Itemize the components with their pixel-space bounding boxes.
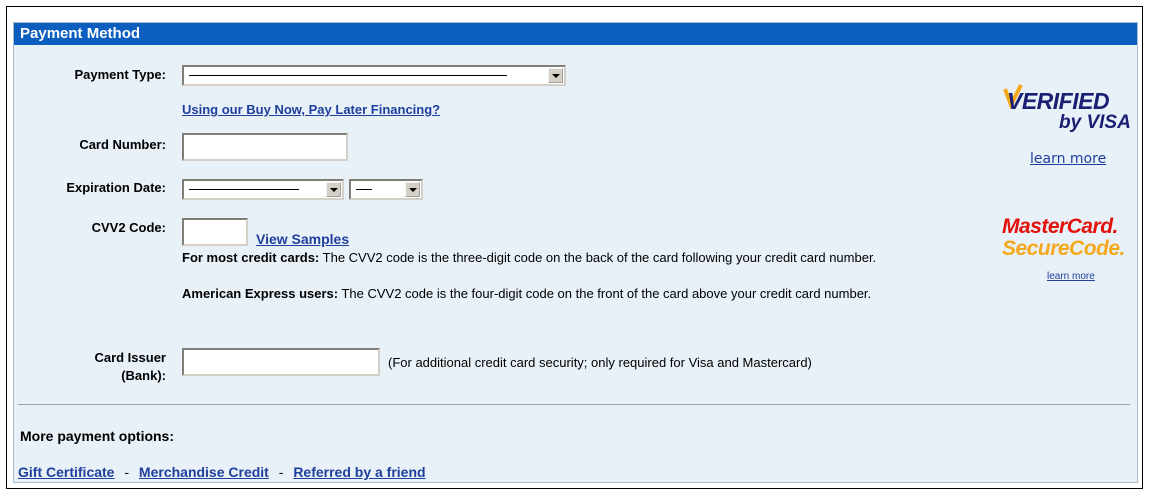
- payment-type-select[interactable]: [182, 65, 566, 86]
- expiration-date-label: Expiration Date:: [66, 180, 166, 195]
- expiration-year-select[interactable]: [349, 179, 423, 200]
- gift-certificate-link[interactable]: Gift Certificate: [18, 464, 114, 480]
- cvv2-input[interactable]: [182, 218, 248, 246]
- most-cards-bold: For most credit cards:: [182, 250, 320, 265]
- view-samples-link[interactable]: View Samples: [256, 231, 349, 247]
- more-options-links: Gift Certificate - Merchandise Credit - …: [18, 464, 426, 480]
- card-issuer-label-line1: Card Issuer: [94, 350, 166, 365]
- cvv2-label: CVV2 Code:: [91, 220, 166, 235]
- visa-learn-more-link[interactable]: learn more: [1030, 151, 1106, 167]
- card-issuer-label: Card Issuer (Bank):: [34, 349, 166, 385]
- cvv2-help-amex: American Express users: The CVV2 code is…: [182, 285, 982, 303]
- select-placeholder-line: [189, 75, 507, 76]
- payment-type-label: Payment Type:: [74, 67, 166, 82]
- chevron-down-icon[interactable]: [548, 68, 563, 83]
- payment-method-panel: Payment Method Payment Type: Using our B…: [13, 22, 1138, 483]
- chevron-down-icon[interactable]: [326, 182, 341, 197]
- cvv2-help-most-cards: For most credit cards: The CVV2 code is …: [182, 249, 982, 267]
- page-frame: Payment Method Payment Type: Using our B…: [6, 6, 1143, 489]
- visa-verified-text: VERIFIED: [1007, 88, 1110, 114]
- section-header: Payment Method: [14, 23, 1137, 45]
- merchandise-credit-link[interactable]: Merchandise Credit: [139, 464, 269, 480]
- card-issuer-input[interactable]: [182, 348, 380, 376]
- visa-by-visa-text: by VISA: [1059, 112, 1131, 133]
- expiration-month-select[interactable]: [182, 179, 344, 200]
- most-cards-text: The CVV2 code is the three-digit code on…: [319, 250, 877, 265]
- mastercard-learn-more-link[interactable]: learn more: [1047, 271, 1095, 282]
- link-separator: -: [124, 464, 130, 480]
- section-divider: [18, 404, 1130, 405]
- amex-bold: American Express users:: [182, 286, 339, 301]
- referred-by-friend-link[interactable]: Referred by a friend: [293, 464, 425, 480]
- card-issuer-label-line2: (Bank):: [121, 368, 166, 383]
- mastercard-securecode-logo: MasterCard. SecureCode.: [1002, 215, 1142, 267]
- securecode-text: SecureCode.: [1002, 237, 1125, 260]
- select-placeholder-line: [189, 189, 299, 190]
- card-issuer-note: (For additional credit card security; on…: [388, 355, 812, 370]
- verified-by-visa-logo: VERIFIED by VISA: [997, 83, 1137, 153]
- financing-link[interactable]: Using our Buy Now, Pay Later Financing?: [182, 102, 440, 117]
- link-separator: -: [278, 464, 284, 480]
- select-placeholder-line: [356, 189, 372, 190]
- chevron-down-icon[interactable]: [405, 182, 420, 197]
- card-number-input[interactable]: [182, 133, 348, 161]
- mastercard-text: MasterCard.: [1002, 215, 1118, 238]
- card-number-label: Card Number:: [79, 137, 166, 152]
- more-options-heading: More payment options:: [20, 428, 175, 444]
- amex-text: The CVV2 code is the four-digit code on …: [338, 286, 872, 301]
